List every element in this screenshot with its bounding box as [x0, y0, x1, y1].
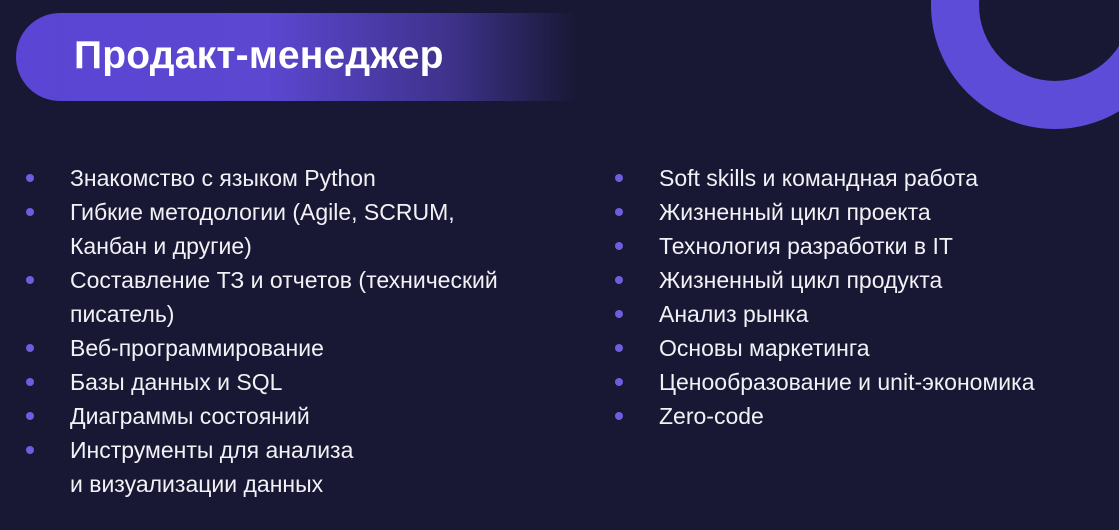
list-item: Диаграммы состояний: [26, 399, 310, 433]
bullet-dot: [615, 378, 623, 386]
list-item-label: Zero-code: [659, 403, 764, 429]
bullet-dot: [615, 276, 623, 284]
bullet-dot: [615, 242, 623, 250]
bullet-dot: [26, 344, 34, 352]
list-item: Веб-программирование: [26, 331, 324, 365]
list-item-label-line2: писатель): [70, 301, 175, 327]
list-item: Жизненный цикл проекта: [615, 195, 931, 229]
list-item-label: Диаграммы состояний: [70, 403, 310, 429]
list-item: Soft skills и командная работа: [615, 161, 979, 195]
list-item-label: Базы данных и SQL: [70, 369, 283, 395]
decorative-ring-shape: [931, 0, 1119, 129]
bullet-dot: [615, 344, 623, 352]
bullet-dot: [26, 446, 34, 454]
list-item-label: Веб-программирование: [70, 335, 324, 361]
list-item: Гибкие методологии (Agile, SCRUM, Канбан…: [26, 195, 455, 263]
list-item: Составление ТЗ и отчетов (технический пи…: [26, 263, 498, 331]
list-item-label-line2: Канбан и другие): [70, 233, 252, 259]
list-item: Анализ рынка: [615, 297, 809, 331]
page-title: Продакт-менеджер: [74, 34, 444, 77]
list-item: Основы маркетинга: [615, 331, 870, 365]
list-item-label: Жизненный цикл продукта: [659, 267, 943, 293]
list-item: Инструменты для анализа и визуализации д…: [26, 433, 354, 501]
bullet-dot: [26, 174, 34, 182]
list-item-label: Технология разработки в IT: [659, 233, 953, 259]
list-item: Жизненный цикл продукта: [615, 263, 943, 297]
list-item-label: Гибкие методологии (Agile, SCRUM,: [70, 199, 455, 225]
bullet-dot: [26, 412, 34, 420]
bullet-dot: [615, 174, 623, 182]
bullet-dot: [26, 276, 34, 284]
bullet-dot: [26, 208, 34, 216]
bullet-dot: [26, 378, 34, 386]
list-item-label: Знакомство с языком Python: [70, 165, 376, 191]
list-item: Знакомство с языком Python: [26, 161, 376, 195]
slide: Продакт-менеджер Знакомство с языком Pyt…: [0, 0, 1119, 530]
list-item: Ценообразование и unit-экономика: [615, 365, 1035, 399]
list-item: Технология разработки в IT: [615, 229, 953, 263]
list-item-label: Ценообразование и unit-экономика: [659, 369, 1035, 395]
bullet-dot: [615, 208, 623, 216]
list-item-label: Жизненный цикл проекта: [659, 199, 931, 225]
list-item-label: Анализ рынка: [659, 301, 809, 327]
list-item-label-line2: и визуализации данных: [70, 471, 324, 497]
list-item-label: Soft skills и командная работа: [659, 165, 979, 191]
list-item: Базы данных и SQL: [26, 365, 283, 399]
list-item-label: Инструменты для анализа: [70, 437, 354, 463]
bullet-dot: [615, 310, 623, 318]
list-item: Zero-code: [615, 399, 764, 433]
list-item-label: Основы маркетинга: [659, 335, 870, 361]
list-item-label: Составление ТЗ и отчетов (технический: [70, 267, 498, 293]
bullet-dot: [615, 412, 623, 420]
